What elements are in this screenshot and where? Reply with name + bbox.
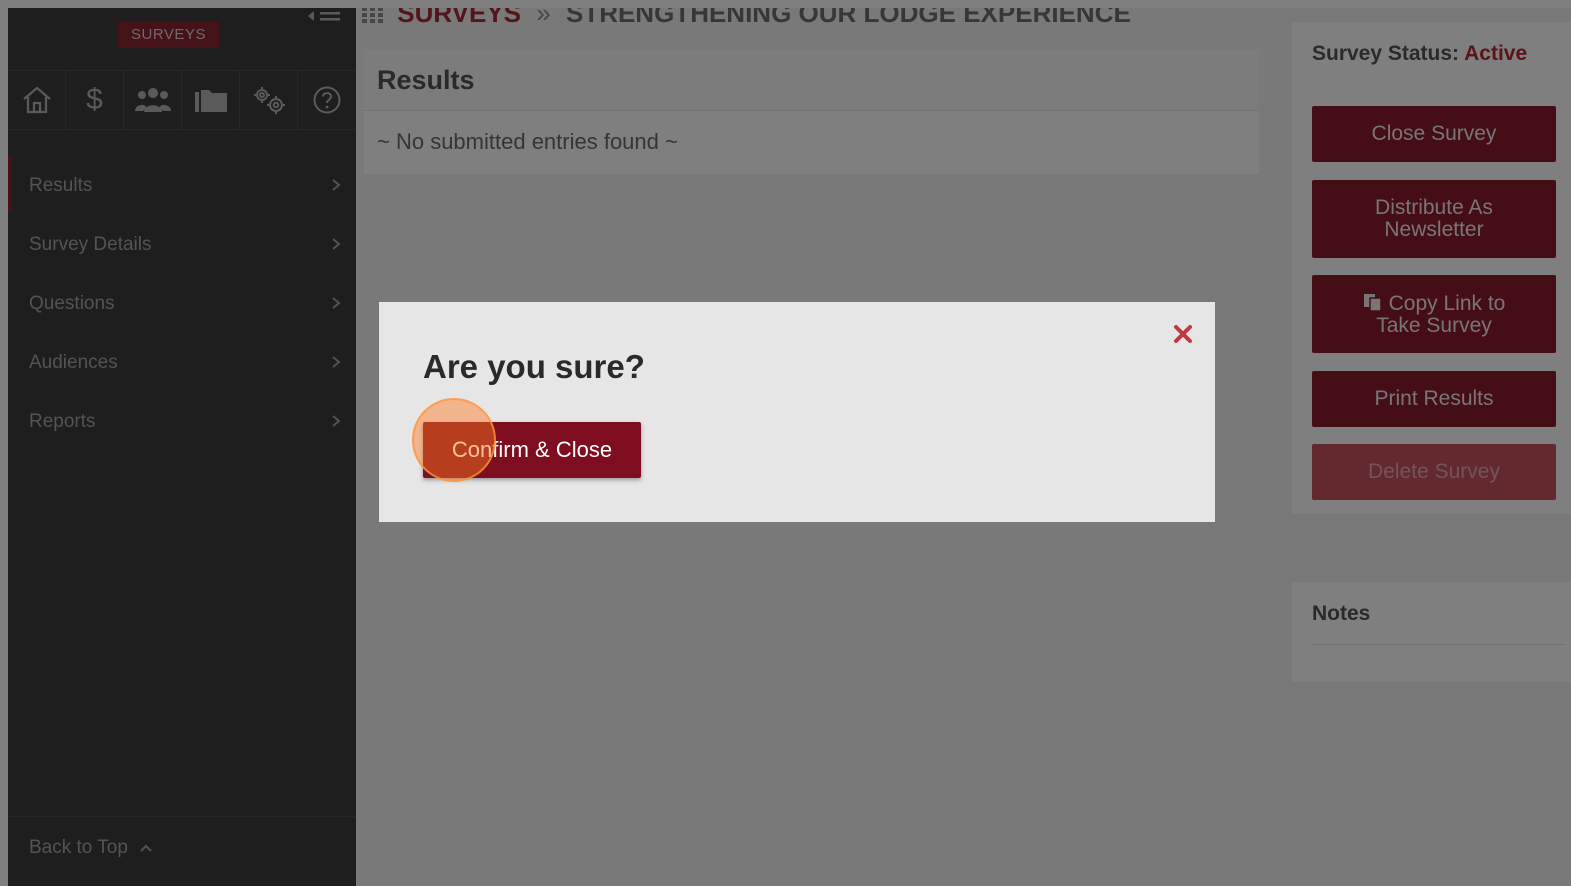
close-icon[interactable] <box>1171 322 1195 346</box>
click-indicator <box>412 398 496 482</box>
modal-title: Are you sure? <box>423 348 645 385</box>
confirm-modal: Are you sure? Confirm & Close <box>379 302 1215 522</box>
